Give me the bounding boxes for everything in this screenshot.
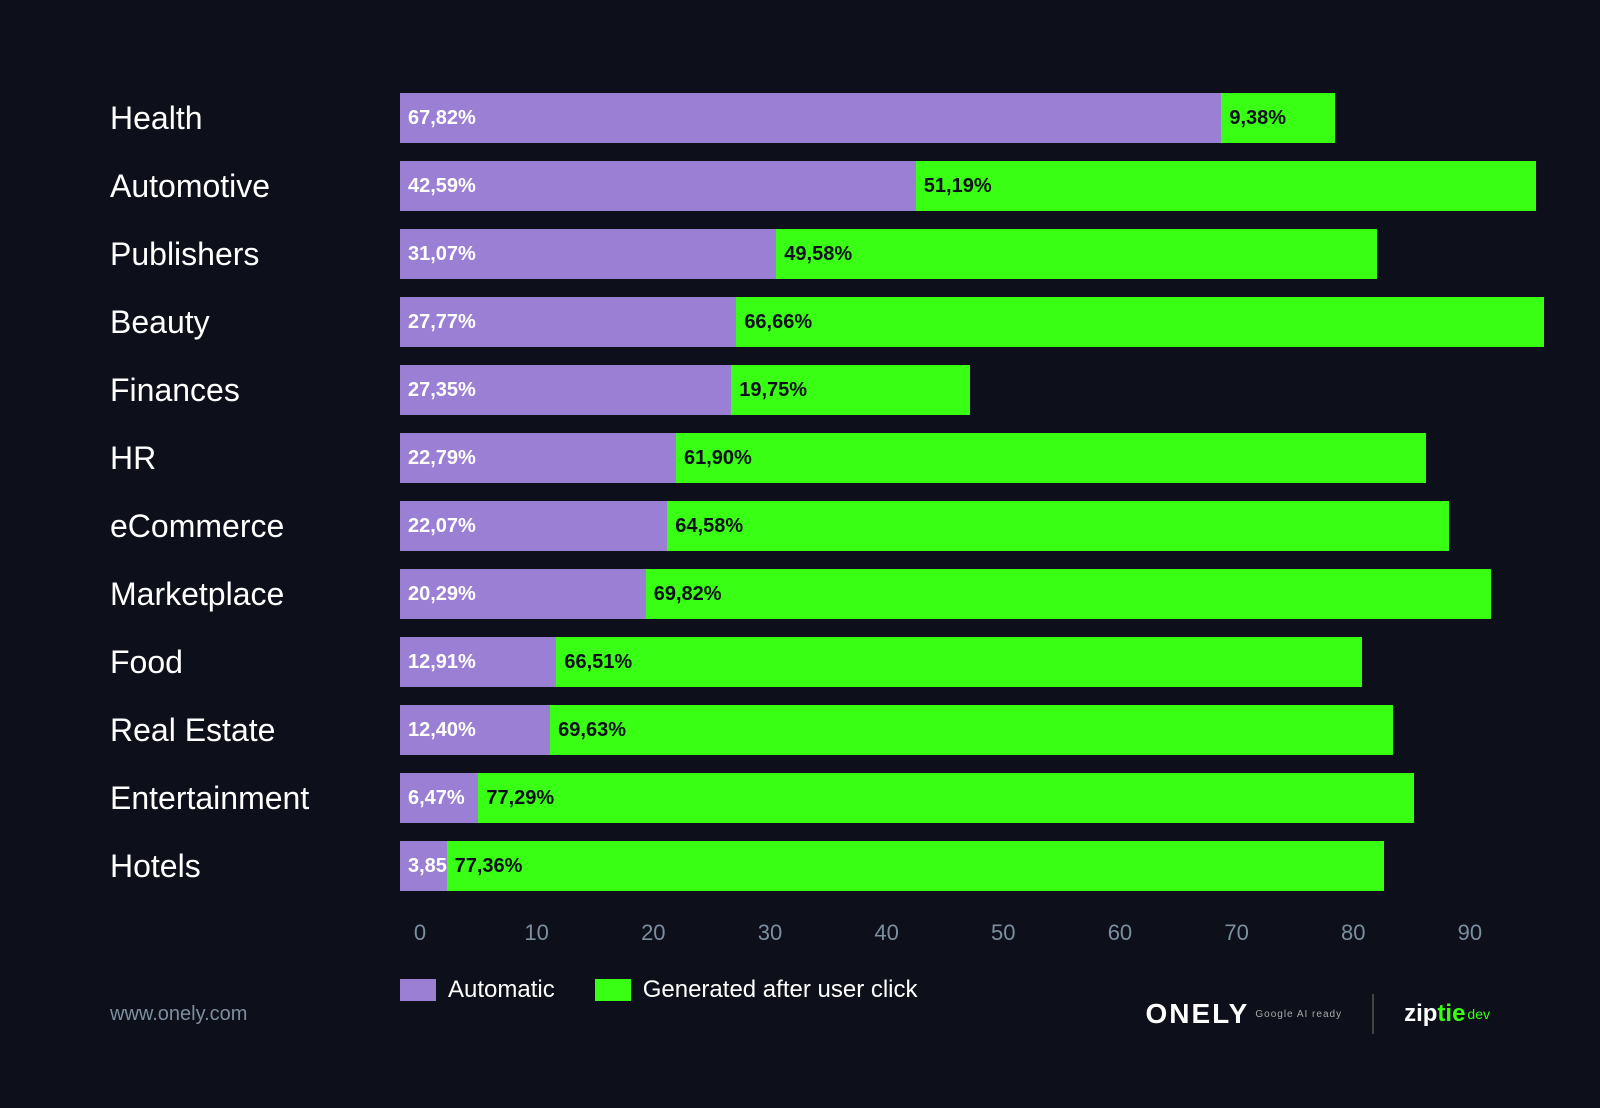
row-label: Automotive xyxy=(110,168,400,205)
bars-area: 27,77%66,66% xyxy=(400,297,1544,347)
onely-wordmark: ONELY xyxy=(1145,998,1249,1030)
row-label: Publishers xyxy=(110,236,400,273)
x-tick: 50 xyxy=(983,920,1023,946)
bars-area: 67,82%9,38% xyxy=(400,93,1490,143)
x-tick: 30 xyxy=(750,920,790,946)
row-label: Beauty xyxy=(110,304,400,341)
x-tick: 70 xyxy=(1217,920,1257,946)
bar-green: 19,75% xyxy=(731,365,970,415)
onely-sub: Google AI ready xyxy=(1255,1009,1342,1020)
bar-purple: 12,40% xyxy=(400,705,550,755)
bar-purple: 6,47% xyxy=(400,773,478,823)
bars-area: 27,35%19,75% xyxy=(400,365,1490,415)
row-label: Finances xyxy=(110,372,400,409)
bar-purple: 22,07% xyxy=(400,501,667,551)
bar-green: 69,63% xyxy=(550,705,1393,755)
chart-row: Marketplace20,29%69,82% xyxy=(110,560,1490,628)
bars-area: 6,47%77,29% xyxy=(400,773,1490,823)
ziptie-logo: ziptiedev xyxy=(1404,1000,1490,1028)
ziptie-zip: zip xyxy=(1404,1000,1437,1028)
chart-row: Publishers31,07%49,58% xyxy=(110,220,1490,288)
bar-green: 51,19% xyxy=(916,161,1536,211)
bars-area: 12,91%66,51% xyxy=(400,637,1490,687)
footer-logos: ONELY Google AI ready ziptiedev xyxy=(1145,994,1490,1034)
chart-row: HR22,79%61,90% xyxy=(110,424,1490,492)
bar-green: 77,29% xyxy=(478,773,1414,823)
bar-purple: 3,85% xyxy=(400,841,447,891)
x-tick: 60 xyxy=(1100,920,1140,946)
bars-area: 31,07%49,58% xyxy=(400,229,1490,279)
bar-purple: 20,29% xyxy=(400,569,646,619)
chart-row: Beauty27,77%66,66% xyxy=(110,288,1490,356)
logo-divider xyxy=(1372,994,1374,1034)
bar-purple: 12,91% xyxy=(400,637,556,687)
bar-purple: 31,07% xyxy=(400,229,776,279)
chart-row: Entertainment6,47%77,29% xyxy=(110,764,1490,832)
chart-row: Food12,91%66,51% xyxy=(110,628,1490,696)
chart-rows: Health67,82%9,38%Automotive42,59%51,19%P… xyxy=(110,84,1490,900)
row-label: Real Estate xyxy=(110,712,400,749)
bars-area: 22,79%61,90% xyxy=(400,433,1490,483)
bar-green: 61,90% xyxy=(676,433,1426,483)
bars-area: 12,40%69,63% xyxy=(400,705,1490,755)
row-label: Entertainment xyxy=(110,780,400,817)
x-tick: 0 xyxy=(400,920,440,946)
chart-row: eCommerce22,07%64,58% xyxy=(110,492,1490,560)
x-tick: 40 xyxy=(867,920,907,946)
bars-area: 3,85%77,36% xyxy=(400,841,1490,891)
bar-purple: 27,77% xyxy=(400,297,736,347)
bars-area: 42,59%51,19% xyxy=(400,161,1536,211)
bar-green: 49,58% xyxy=(776,229,1376,279)
x-tick: 80 xyxy=(1333,920,1373,946)
bars-area: 22,07%64,58% xyxy=(400,501,1490,551)
bars-area: 20,29%69,82% xyxy=(400,569,1491,619)
chart-row: Real Estate12,40%69,63% xyxy=(110,696,1490,764)
bar-purple: 42,59% xyxy=(400,161,916,211)
row-label: eCommerce xyxy=(110,508,400,545)
row-label: Food xyxy=(110,644,400,681)
x-tick: 10 xyxy=(517,920,557,946)
onely-logo: ONELY Google AI ready xyxy=(1145,998,1342,1030)
bar-purple: 27,35% xyxy=(400,365,731,415)
chart-row: Health67,82%9,38% xyxy=(110,84,1490,152)
row-label: Marketplace xyxy=(110,576,400,613)
row-label: Hotels xyxy=(110,848,400,885)
bar-green: 77,36% xyxy=(447,841,1384,891)
bar-green: 66,66% xyxy=(736,297,1543,347)
chart-row: Finances27,35%19,75% xyxy=(110,356,1490,424)
x-axis: 0 10 20 30 40 50 60 70 80 90 xyxy=(400,920,1490,946)
chart-row: Hotels3,85%77,36% xyxy=(110,832,1490,900)
bar-green: 9,38% xyxy=(1221,93,1335,143)
row-label: HR xyxy=(110,440,400,477)
footer: www.onely.com ONELY Google AI ready zipt… xyxy=(110,994,1490,1034)
footer-url: www.onely.com xyxy=(110,1003,247,1026)
bar-green: 64,58% xyxy=(667,501,1449,551)
chart-container: Health67,82%9,38%Automotive42,59%51,19%P… xyxy=(50,44,1550,1064)
row-label: Health xyxy=(110,100,400,137)
ziptie-tie: tie xyxy=(1437,1000,1465,1028)
bar-green: 66,51% xyxy=(556,637,1362,687)
x-tick: 20 xyxy=(633,920,673,946)
x-axis-inner: 0 10 20 30 40 50 60 70 80 90 xyxy=(400,920,1490,946)
ziptie-dev: dev xyxy=(1467,1006,1490,1022)
bar-green: 69,82% xyxy=(646,569,1492,619)
bar-purple: 22,79% xyxy=(400,433,676,483)
chart-row: Automotive42,59%51,19% xyxy=(110,152,1490,220)
bar-purple: 67,82% xyxy=(400,93,1221,143)
x-tick: 90 xyxy=(1450,920,1490,946)
